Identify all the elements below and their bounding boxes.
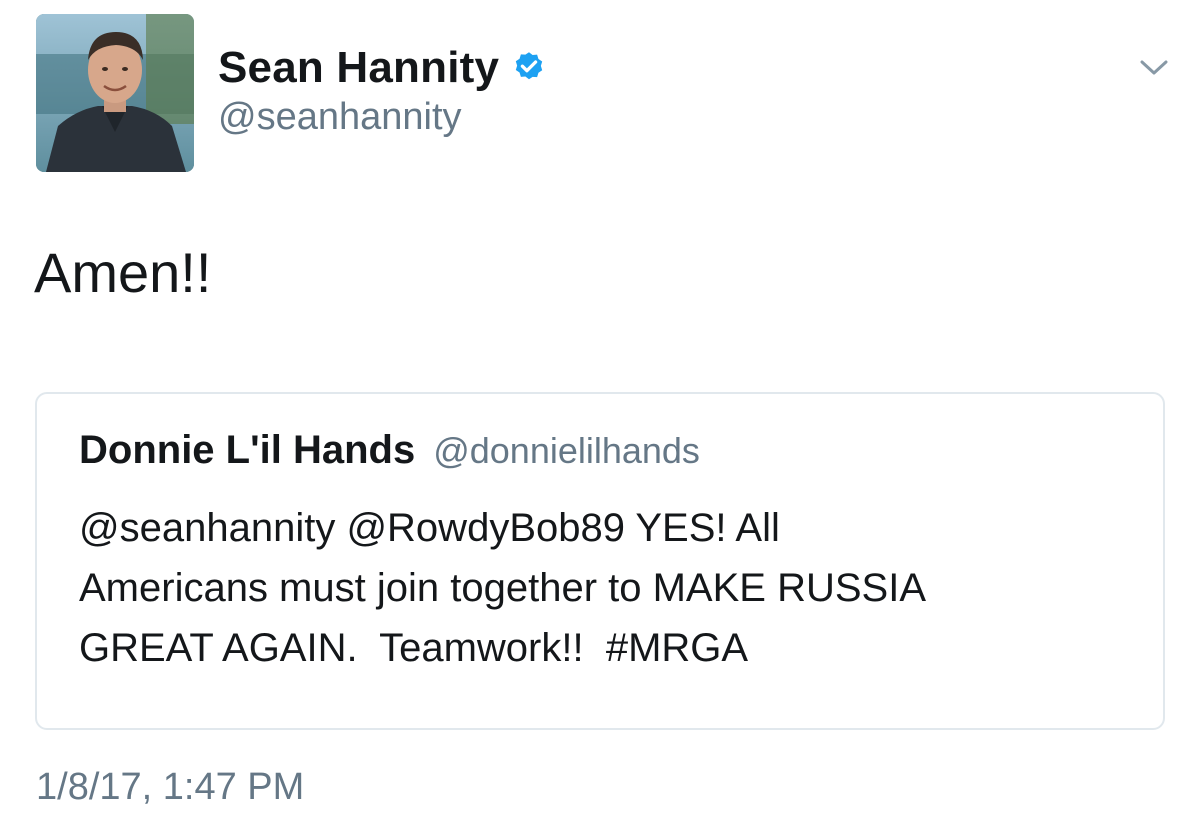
quoted-tweet-text: @seanhannity @RowdyBob89 YES! All Americ… <box>79 506 926 670</box>
quoted-author-display-name: Donnie L'il Hands <box>79 428 416 472</box>
tweet-text: Amen!! <box>34 241 212 304</box>
tweet-timestamp[interactable]: 1/8/17, 1:47 PM <box>36 766 304 809</box>
profile-photo <box>36 14 194 172</box>
quoted-author-handle: @donnielilhands <box>433 430 700 471</box>
author-handle[interactable]: @seanhannity <box>218 96 462 139</box>
author-row: Sean Hannity <box>218 40 547 96</box>
tweet-menu-button[interactable] <box>1132 48 1176 88</box>
verified-badge-icon <box>511 50 547 86</box>
quoted-tweet-header: Donnie L'il Hands @donnielilhands <box>79 428 700 473</box>
quoted-tweet-card[interactable]: Donnie L'il Hands @donnielilhands @seanh… <box>35 392 1165 730</box>
author-display-name[interactable]: Sean Hannity <box>218 43 499 93</box>
avatar[interactable] <box>36 14 194 172</box>
chevron-down-icon <box>1140 60 1168 75</box>
